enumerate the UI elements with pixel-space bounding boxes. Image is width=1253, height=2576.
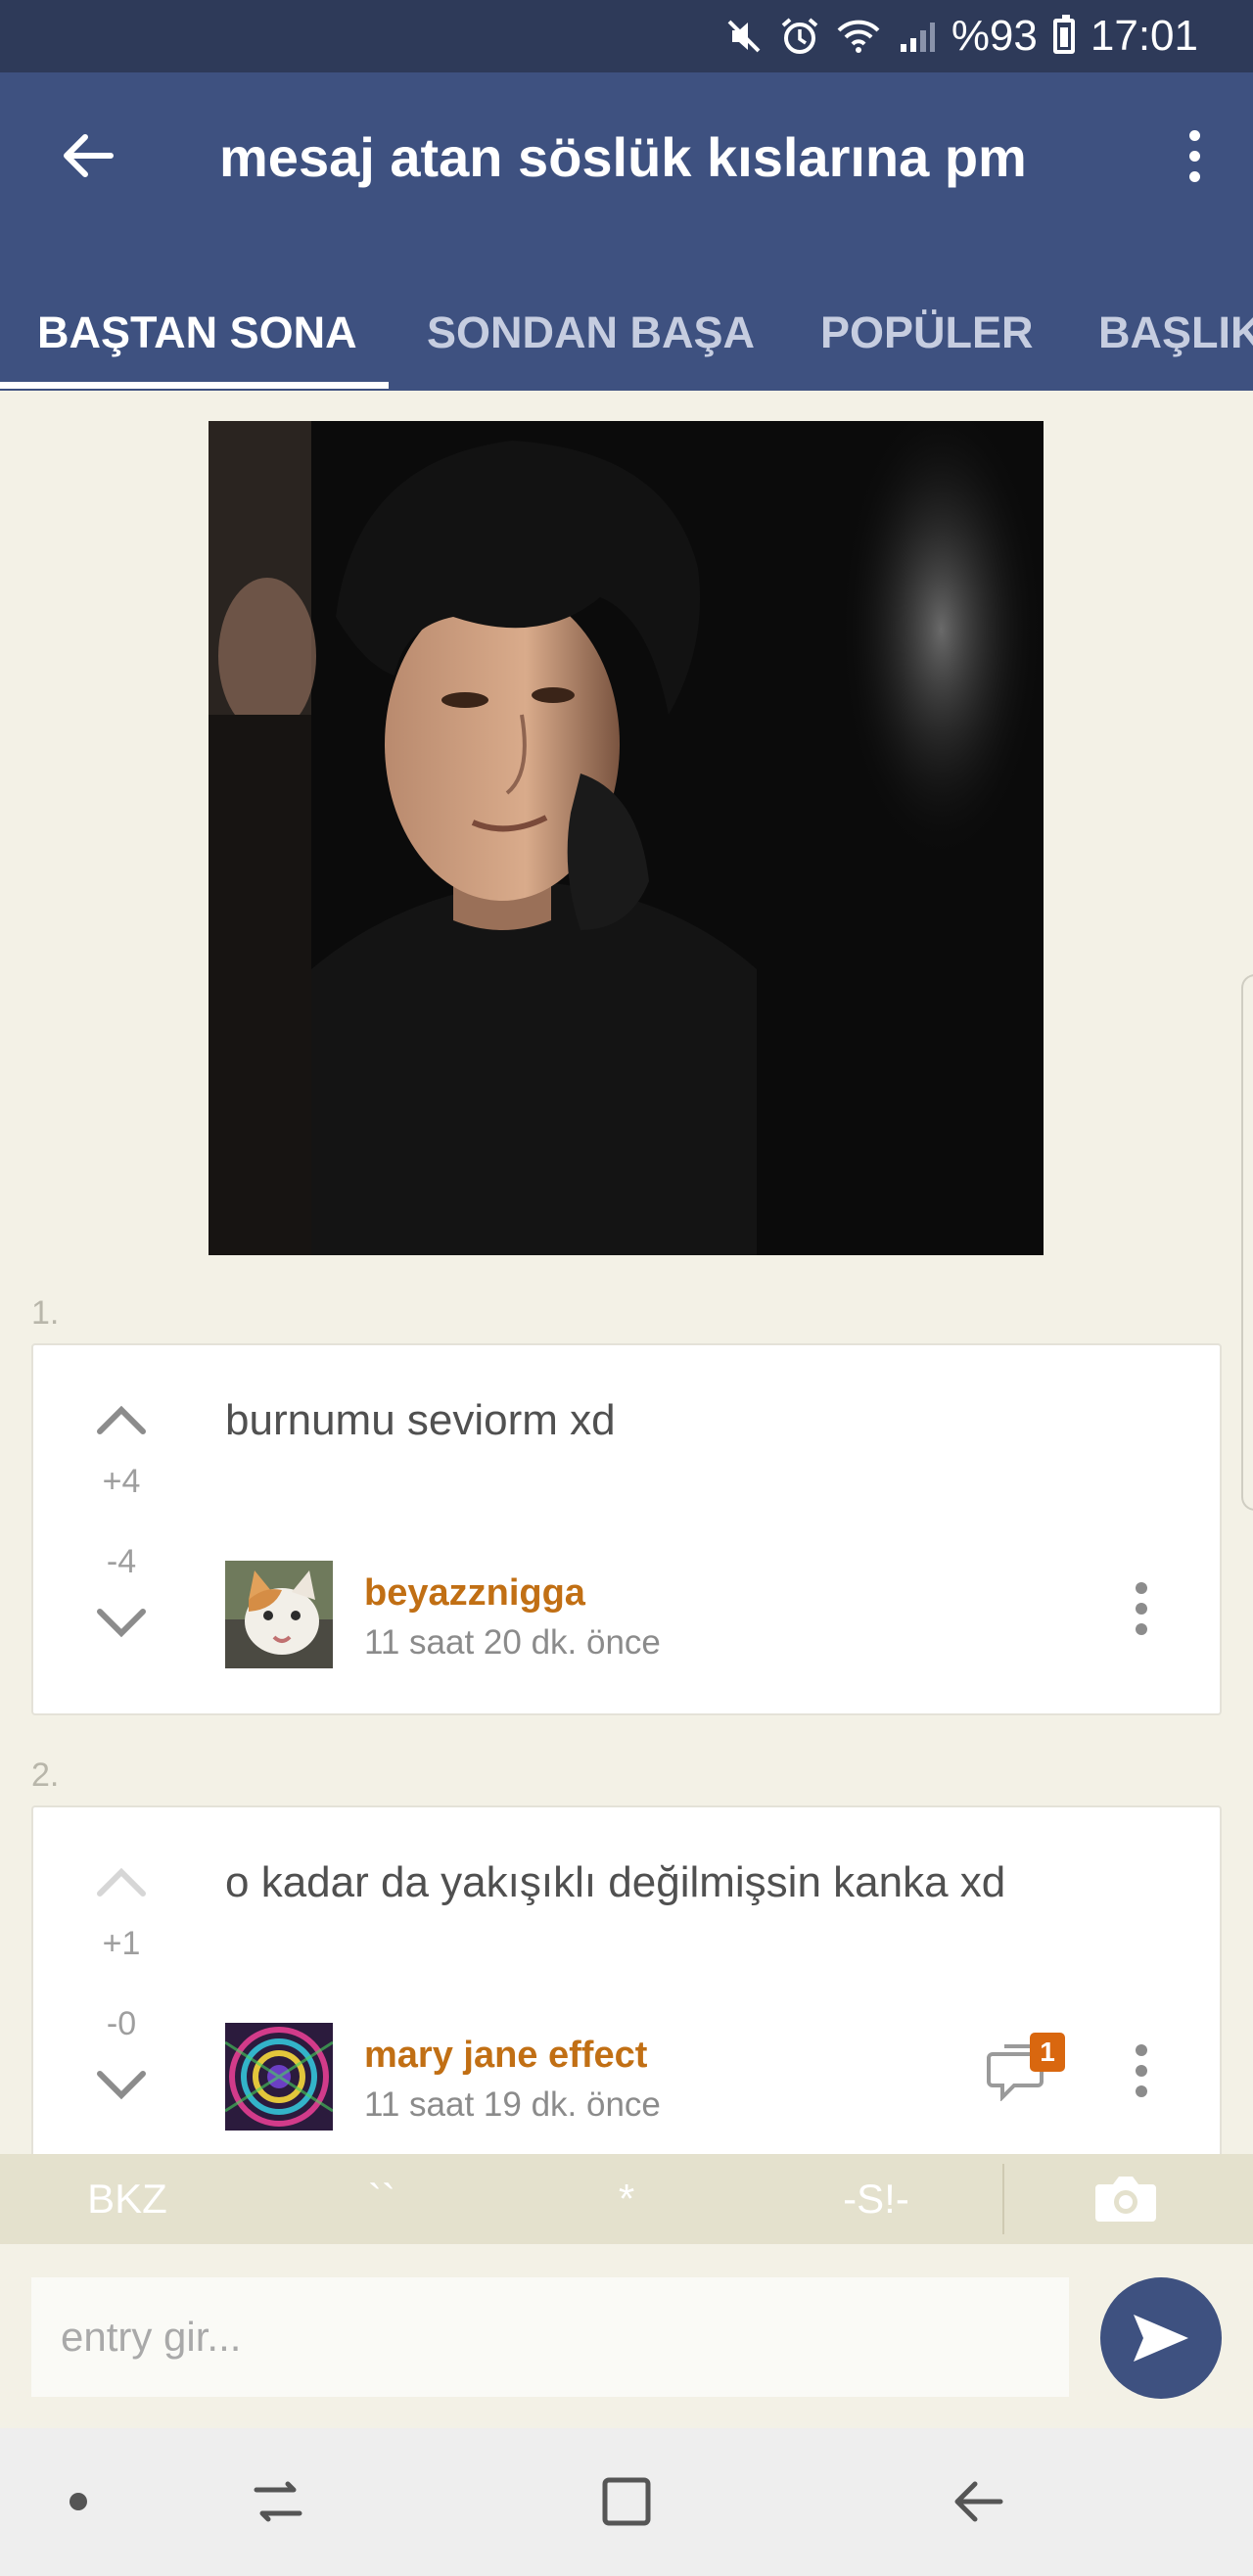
upvote-button[interactable] bbox=[92, 1862, 151, 1901]
comments-button[interactable]: 1 bbox=[987, 2033, 1065, 2102]
back-arrow-icon bbox=[954, 2481, 1003, 2522]
entry-card: +4 -4 burnumu seviorm xd beyazznigga 11 … bbox=[31, 1343, 1222, 1715]
upvote-button[interactable] bbox=[92, 1400, 151, 1439]
entry-compose-area bbox=[0, 2244, 1253, 2428]
entry-menu-button[interactable] bbox=[1122, 1574, 1161, 1643]
downvote-button[interactable] bbox=[92, 2066, 151, 2105]
psychedelic-avatar-icon bbox=[225, 2023, 333, 2131]
back-button[interactable] bbox=[53, 121, 121, 190]
fast-scroll-handle[interactable] bbox=[1241, 974, 1253, 1511]
more-vert-icon bbox=[1188, 129, 1200, 141]
chevron-down-icon bbox=[97, 2071, 146, 2100]
downvote-count: -4 bbox=[106, 1543, 137, 1580]
tab-indicator bbox=[0, 382, 389, 389]
recents-button[interactable] bbox=[229, 2458, 327, 2546]
wifi-icon bbox=[836, 17, 881, 56]
format-toolbar: BKZ `` * -S!- bbox=[0, 2154, 1253, 2244]
post-photo[interactable] bbox=[209, 421, 1044, 1255]
chevron-up-icon bbox=[97, 1405, 146, 1434]
selfie-photo bbox=[209, 421, 1044, 1255]
author-link[interactable]: mary jane effect bbox=[364, 2035, 647, 2077]
home-button[interactable] bbox=[578, 2458, 675, 2546]
mute-icon bbox=[724, 17, 764, 56]
nav-dot-button[interactable] bbox=[29, 2458, 127, 2546]
alarm-icon bbox=[779, 16, 820, 57]
tab-bar: BAŞTAN SONA SONDAN BAŞA POPÜLER BAŞLIK bbox=[0, 278, 1253, 391]
overflow-menu-button[interactable] bbox=[1165, 121, 1224, 190]
clock: 17:01 bbox=[1090, 12, 1198, 60]
app-bar: mesaj atan söslük kıslarına pm BAŞTAN SO… bbox=[0, 72, 1253, 391]
battery-icon bbox=[1052, 15, 1075, 54]
more-vert-icon bbox=[1136, 2044, 1147, 2056]
comment-count-badge: 1 bbox=[1030, 2033, 1065, 2072]
camera-icon bbox=[1095, 2177, 1156, 2222]
entry-number: 2. bbox=[31, 1756, 60, 1794]
camera-button[interactable] bbox=[1077, 2154, 1175, 2244]
status-bar: %93 17:01 bbox=[0, 0, 1253, 72]
author-link[interactable]: beyazznigga bbox=[364, 1572, 585, 1615]
upvote-count: +4 bbox=[102, 1463, 141, 1500]
toolbar-divider bbox=[1002, 2164, 1004, 2234]
asterisk-button[interactable]: * bbox=[538, 2154, 715, 2244]
battery-percent: %93 bbox=[951, 12, 1038, 60]
topic-title: mesaj atan söslük kıslarına pm bbox=[219, 126, 1027, 188]
avatar[interactable] bbox=[225, 1561, 333, 1668]
dot-icon bbox=[70, 2493, 87, 2510]
tab-sondan-basa[interactable]: SONDAN BAŞA bbox=[427, 278, 755, 388]
status-icons: %93 17:01 bbox=[724, 0, 1198, 72]
arrow-left-icon bbox=[64, 134, 114, 177]
system-back-button[interactable] bbox=[930, 2458, 1028, 2546]
bkz-button[interactable]: BKZ bbox=[39, 2154, 215, 2244]
system-nav-bar bbox=[0, 2428, 1253, 2576]
entry-input[interactable] bbox=[31, 2277, 1069, 2397]
tab-baslik[interactable]: BAŞLIK bbox=[1098, 278, 1253, 388]
screen: %93 17:01 mesaj atan söslük kıslarına pm… bbox=[0, 0, 1253, 2576]
tab-bastan-sona[interactable]: BAŞTAN SONA bbox=[37, 278, 357, 388]
signal-icon bbox=[897, 17, 936, 56]
downvote-button[interactable] bbox=[92, 1604, 151, 1643]
home-square-icon bbox=[602, 2477, 651, 2526]
more-vert-icon bbox=[1136, 1582, 1147, 1594]
entry-timestamp: 11 saat 19 dk. önce bbox=[364, 2085, 661, 2124]
downvote-count: -0 bbox=[106, 2005, 137, 2042]
spoiler-button[interactable]: -S!- bbox=[788, 2154, 964, 2244]
entry-menu-button[interactable] bbox=[1122, 2037, 1161, 2105]
upvote-count: +1 bbox=[102, 1925, 141, 1962]
cat-avatar-icon bbox=[225, 1561, 333, 1668]
send-icon bbox=[1134, 2315, 1188, 2362]
entry-timestamp: 11 saat 20 dk. önce bbox=[364, 1623, 661, 1662]
entry-text: burnumu seviorm xd bbox=[225, 1396, 616, 1444]
chevron-up-icon bbox=[97, 1867, 146, 1897]
recents-icon bbox=[254, 2481, 302, 2522]
entry-text: o kadar da yakışıklı değilmişsin kanka x… bbox=[225, 1858, 1006, 1906]
entry-card: +1 -0 o kadar da yakışıklı değilmişsin k… bbox=[31, 1805, 1222, 2154]
chevron-down-icon bbox=[97, 1609, 146, 1638]
tab-populer[interactable]: POPÜLER bbox=[820, 278, 1034, 388]
avatar[interactable] bbox=[225, 2023, 333, 2131]
entry-number: 1. bbox=[31, 1294, 60, 1332]
send-button[interactable] bbox=[1100, 2277, 1222, 2399]
backtick-button[interactable]: `` bbox=[294, 2154, 470, 2244]
